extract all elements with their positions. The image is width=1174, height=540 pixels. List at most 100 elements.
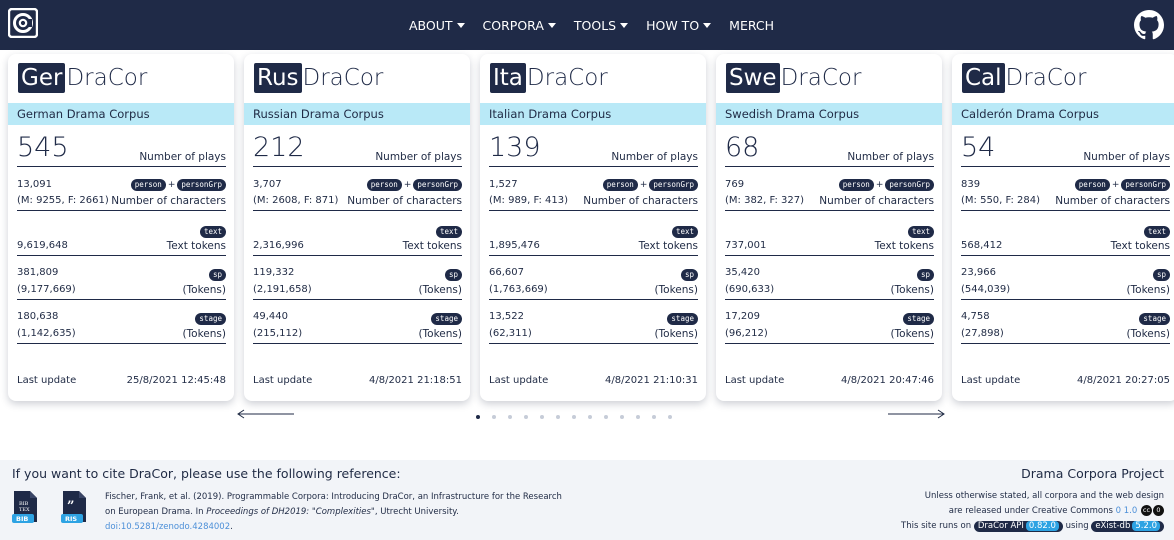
corpus-carousel: Ger DraCor German Drama Corpus 545 Number… [0, 54, 1174, 404]
carousel-dot[interactable] [668, 415, 672, 419]
cite-heading: If you want to cite DraCor, please use t… [12, 466, 401, 481]
stage-pill-wrap: stage [667, 312, 698, 325]
text-pill-wrap: text [671, 225, 698, 238]
character-pills: person + personGrp [130, 178, 226, 191]
citation-proceedings: Proceedings of DH2019: "Complexities" [206, 507, 375, 517]
api-version: 0.82.0 [1025, 521, 1059, 531]
carousel-dot[interactable] [508, 415, 512, 419]
github-icon[interactable] [1134, 10, 1164, 40]
divider [17, 166, 226, 167]
carousel-dot[interactable] [524, 415, 528, 419]
corpus-subtitle: Calderón Drama Corpus [952, 103, 1174, 125]
sp-tokens: (690,633) [725, 284, 775, 295]
divider [489, 210, 698, 211]
characters-mf: (M: 989, F: 413) [489, 195, 569, 206]
using-text: using [1062, 521, 1092, 531]
characters-label: Number of characters [583, 195, 698, 207]
corpus-subtitle: German Drama Corpus [8, 103, 234, 125]
carousel-dot[interactable] [588, 415, 592, 419]
divider [961, 166, 1170, 167]
sp-count: 381,809 [17, 267, 59, 278]
sp-pill: sp [680, 269, 698, 281]
last-update-value: 4/8/2021 21:10:31 [604, 375, 698, 386]
bibtex-file-icon[interactable]: BIB TEX BIB [12, 490, 38, 523]
dracor-logo-icon[interactable] [8, 8, 38, 38]
doi-link[interactable]: doi:10.5281/zenodo.4284002 [105, 522, 230, 532]
stage-count: 180,638 [17, 311, 59, 322]
sp-tokens: (9,177,669) [17, 284, 76, 295]
plays-label: Number of plays [1083, 151, 1170, 163]
arrow-right-icon[interactable] [886, 408, 946, 420]
carousel-dot[interactable] [540, 415, 544, 419]
sp-pill-wrap: sp [208, 268, 226, 281]
plays-count: 139 [489, 132, 541, 163]
carousel-dot[interactable] [556, 415, 560, 419]
text-pill-wrap: text [199, 225, 226, 238]
citation-part2: , Utrecht University. [374, 507, 459, 517]
carousel-dot[interactable] [492, 415, 496, 419]
nav-corpora[interactable]: CORPORA [483, 18, 556, 33]
exist-version: 5.2.0 [1132, 521, 1160, 531]
last-update-value: 4/8/2021 21:18:51 [368, 375, 462, 386]
corpus-card-swe[interactable]: Swe DraCor Swedish Drama Corpus 68 Number… [716, 54, 942, 401]
corpus-title[interactable]: Rus DraCor [254, 63, 383, 93]
divider [725, 299, 934, 300]
carousel-dots [476, 415, 684, 419]
carousel-dot[interactable] [604, 415, 608, 419]
divider [17, 343, 226, 344]
corpus-title[interactable]: Swe DraCor [726, 63, 861, 93]
divider [253, 299, 462, 300]
persongrp-pill: personGrp [413, 179, 462, 191]
plus-sign: + [1111, 180, 1120, 190]
ris-file-icon[interactable]: ” RIS [61, 490, 87, 523]
corpus-card-ger[interactable]: Ger DraCor German Drama Corpus 545 Number… [8, 54, 234, 401]
nav-tools[interactable]: TOOLS [573, 17, 629, 33]
sp-count: 66,607 [489, 267, 524, 278]
stage-tokens: (1,142,635) [17, 328, 76, 339]
text-pill: text [1143, 226, 1170, 238]
text-tokens-label: Text tokens [874, 240, 934, 252]
exist-db-badge[interactable]: eXist-db 5.2.0 [1091, 521, 1164, 532]
stage-pill: stage [903, 313, 934, 325]
last-update-value: 4/8/2021 20:47:46 [840, 375, 934, 386]
nav-about[interactable]: ABOUT [409, 18, 465, 33]
text-tokens-label: Text tokens [638, 240, 698, 252]
chevron-down-icon [456, 22, 465, 28]
carousel-dot[interactable] [620, 415, 624, 419]
nav-howto[interactable]: HOW TO [646, 18, 712, 33]
stage-tokens-label: (Tokens) [182, 328, 226, 340]
corpus-title[interactable]: Ita DraCor [490, 63, 608, 93]
characters-label: Number of characters [819, 195, 934, 207]
cc0-link[interactable]: 0 1.0 [1116, 506, 1138, 516]
stage-tokens: (215,112) [253, 328, 303, 339]
divider [253, 210, 462, 211]
corpus-card-cal[interactable]: Cal DraCor Calderón Drama Corpus 54 Numbe… [952, 54, 1174, 401]
sp-count: 119,332 [253, 267, 295, 278]
carousel-dot[interactable] [652, 415, 656, 419]
plus-sign: + [639, 180, 648, 190]
nav-tools-label: TOOLS [573, 17, 617, 33]
divider [489, 343, 698, 344]
person-pill: person [130, 179, 166, 191]
corpus-title[interactable]: Ger DraCor [18, 63, 147, 93]
nav-merch[interactable]: MERCH [729, 18, 774, 33]
sp-tokens-label: (Tokens) [418, 284, 462, 296]
carousel-dot[interactable] [572, 415, 576, 419]
corpus-card-rus[interactable]: Rus DraCor Russian Drama Corpus 212 Numbe… [244, 54, 470, 401]
divider [961, 210, 1170, 211]
last-update-value: 4/8/2021 20:27:05 [1076, 375, 1170, 386]
text-pill: text [907, 226, 934, 238]
sp-tokens-label: (Tokens) [890, 284, 934, 296]
corpus-title[interactable]: Cal DraCor [962, 63, 1086, 93]
divider [489, 166, 698, 167]
arrow-left-icon[interactable] [236, 408, 296, 420]
last-update-label: Last update [253, 375, 313, 386]
dracor-api-badge[interactable]: DraCor API 0.82.0 [973, 521, 1063, 532]
characters-mf: (M: 550, F: 284) [961, 195, 1041, 206]
divider [17, 210, 226, 211]
corpus-card-ita[interactable]: Ita DraCor Italian Drama Corpus 139 Numbe… [480, 54, 706, 401]
corpus-subtitle: Russian Drama Corpus [244, 103, 470, 125]
carousel-dot[interactable] [476, 415, 480, 419]
license-line1: Unless otherwise stated, all corpora and… [924, 491, 1164, 501]
carousel-dot[interactable] [636, 415, 640, 419]
